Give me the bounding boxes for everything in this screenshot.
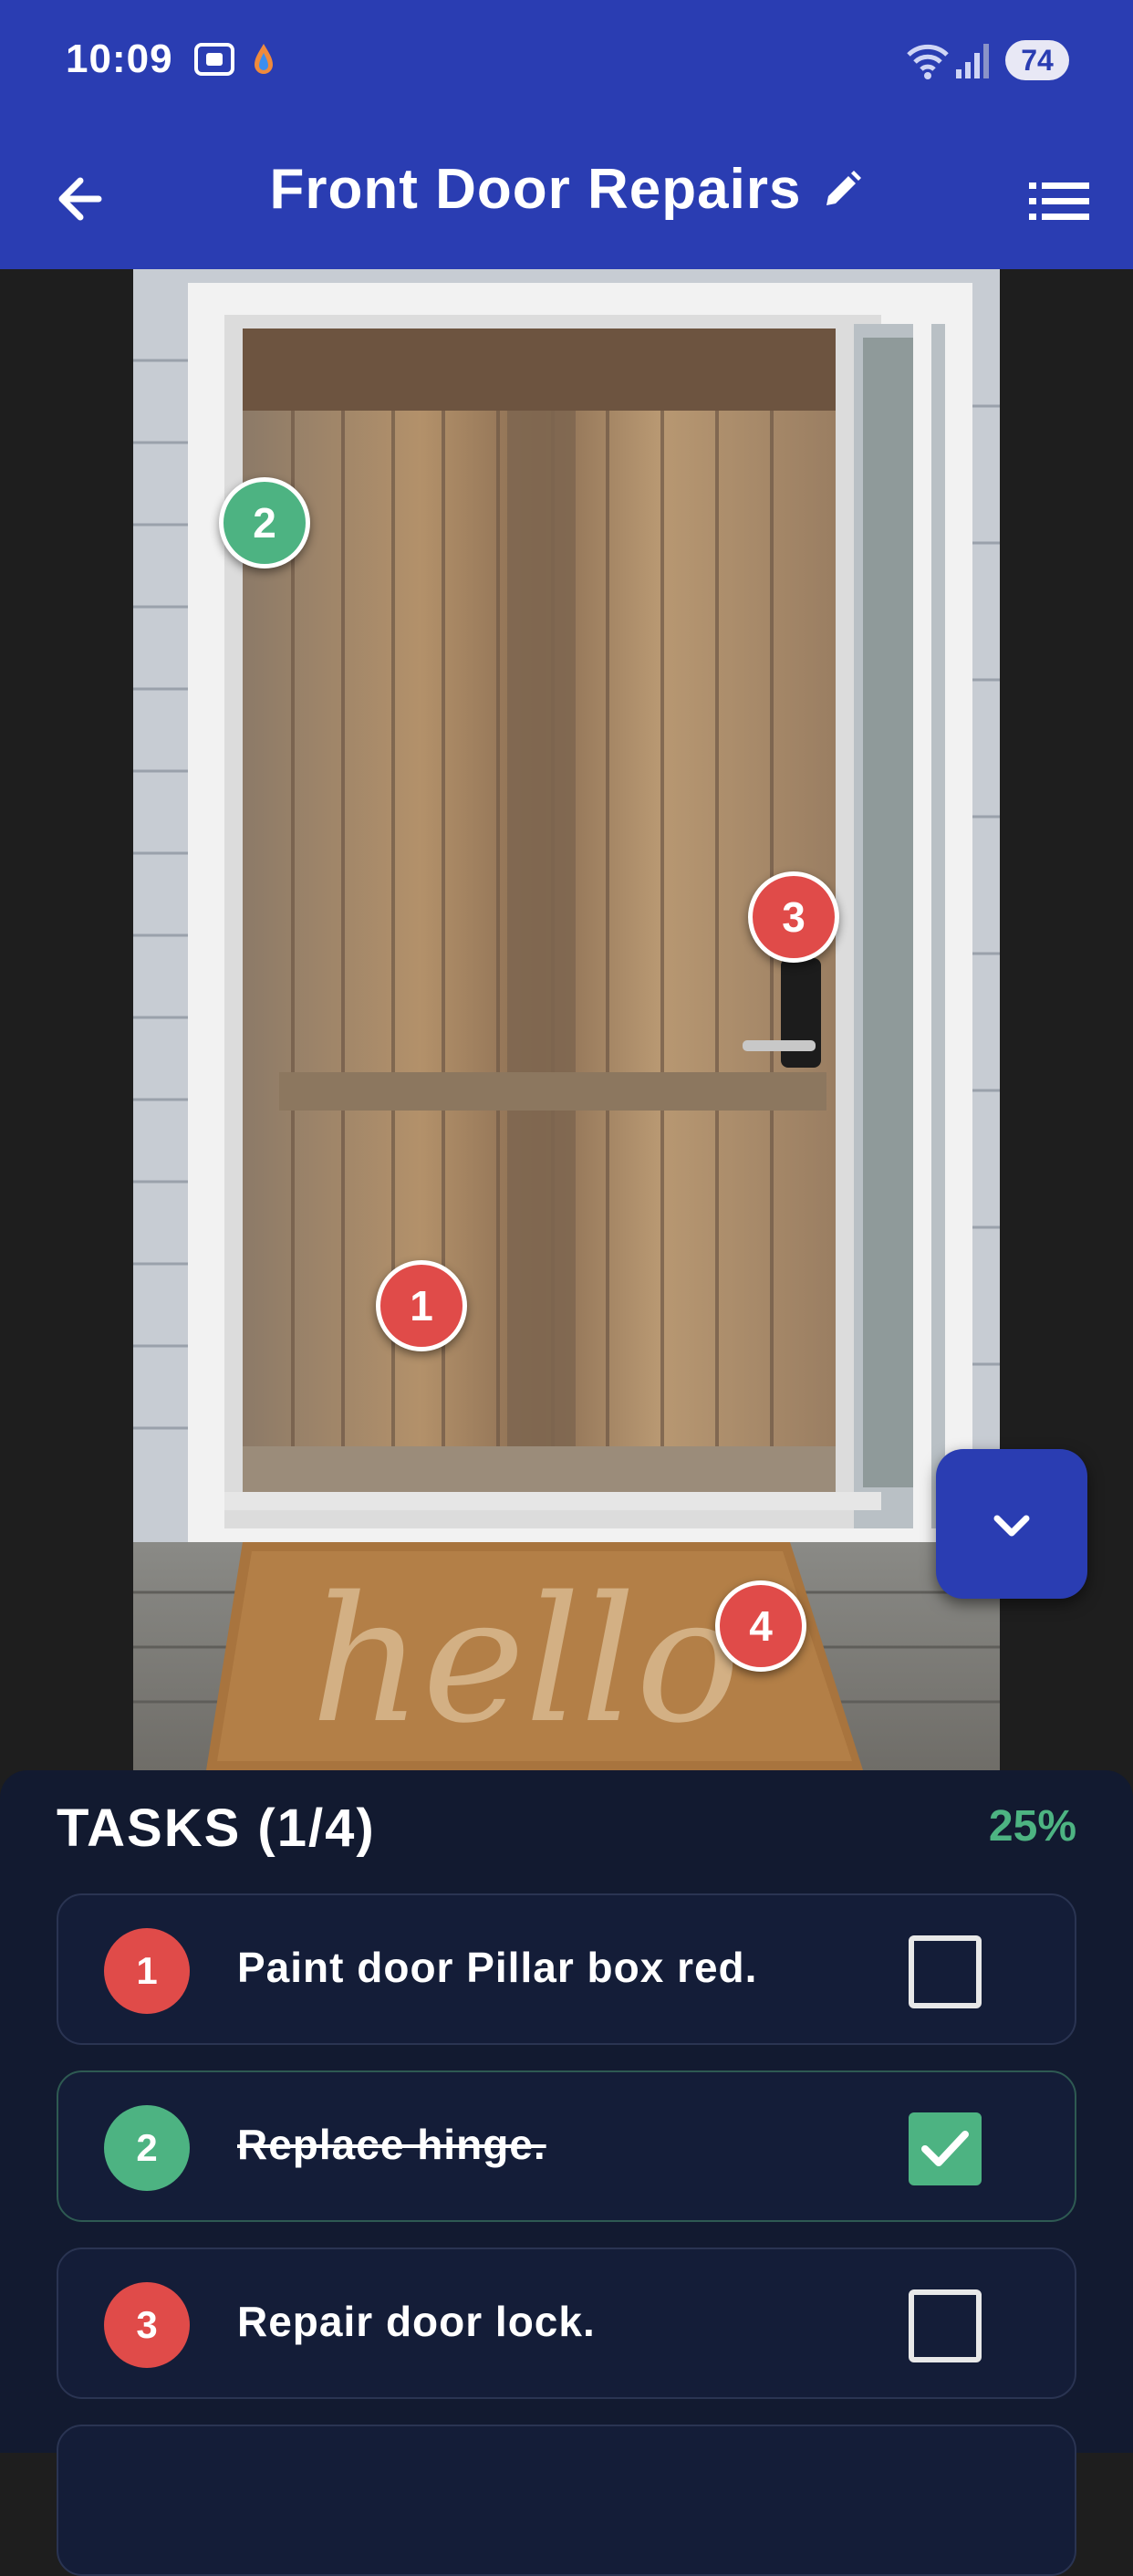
drop-icon bbox=[255, 44, 273, 74]
collapse-panel-button[interactable] bbox=[936, 1449, 1087, 1599]
chevron-down-icon bbox=[993, 1515, 1030, 1537]
task-label: Paint door Pillar box red. bbox=[237, 1944, 758, 1991]
task-label: Replace hinge. bbox=[237, 2121, 546, 2168]
battery-indicator: 74 bbox=[1005, 40, 1069, 80]
edit-pencil-icon[interactable] bbox=[821, 169, 863, 211]
task-item-3[interactable]: 3 Repair door lock. bbox=[57, 2247, 1076, 2399]
task-pin-1[interactable]: 1 bbox=[376, 1260, 467, 1351]
status-time: 10:09 bbox=[66, 37, 173, 81]
page-title: Front Door Repairs bbox=[269, 158, 802, 221]
task-number-badge: 1 bbox=[104, 1928, 190, 2014]
wifi-icon bbox=[907, 44, 949, 79]
task-checkbox[interactable] bbox=[909, 2112, 982, 2185]
app-bar: Front Door Repairs bbox=[0, 128, 1133, 269]
status-bar: 10:09 74 bbox=[0, 0, 1133, 128]
task-pin-3[interactable]: 3 bbox=[748, 871, 839, 963]
task-label: Repair door lock. bbox=[237, 2298, 596, 2345]
mat-lettering: hello bbox=[311, 1559, 741, 1761]
screenshot-icon bbox=[194, 43, 234, 76]
list-menu-icon[interactable] bbox=[1024, 164, 1097, 237]
tasks-heading: TASKS (1/4) bbox=[57, 1799, 376, 1858]
task-item-2[interactable]: 2 Replace hinge. bbox=[57, 2070, 1076, 2222]
signal-icon bbox=[956, 44, 989, 78]
task-item-4-partial[interactable] bbox=[57, 2425, 1076, 2576]
task-checkbox[interactable] bbox=[909, 2289, 982, 2362]
checkmark-icon bbox=[921, 2131, 969, 2166]
page-title-row: Front Door Repairs bbox=[0, 157, 1133, 222]
task-pin-2[interactable]: 2 bbox=[219, 477, 310, 568]
task-number-badge: 3 bbox=[104, 2282, 190, 2368]
task-checkbox[interactable] bbox=[909, 1935, 982, 2008]
task-number-badge: 2 bbox=[104, 2105, 190, 2191]
task-item-1[interactable]: 1 Paint door Pillar box red. bbox=[57, 1893, 1076, 2045]
task-pin-4[interactable]: 4 bbox=[715, 1580, 806, 1672]
tasks-panel: TASKS (1/4) 25% 1 Paint door Pillar box … bbox=[0, 1770, 1133, 2576]
progress-percent: 25% bbox=[988, 1802, 1076, 1851]
